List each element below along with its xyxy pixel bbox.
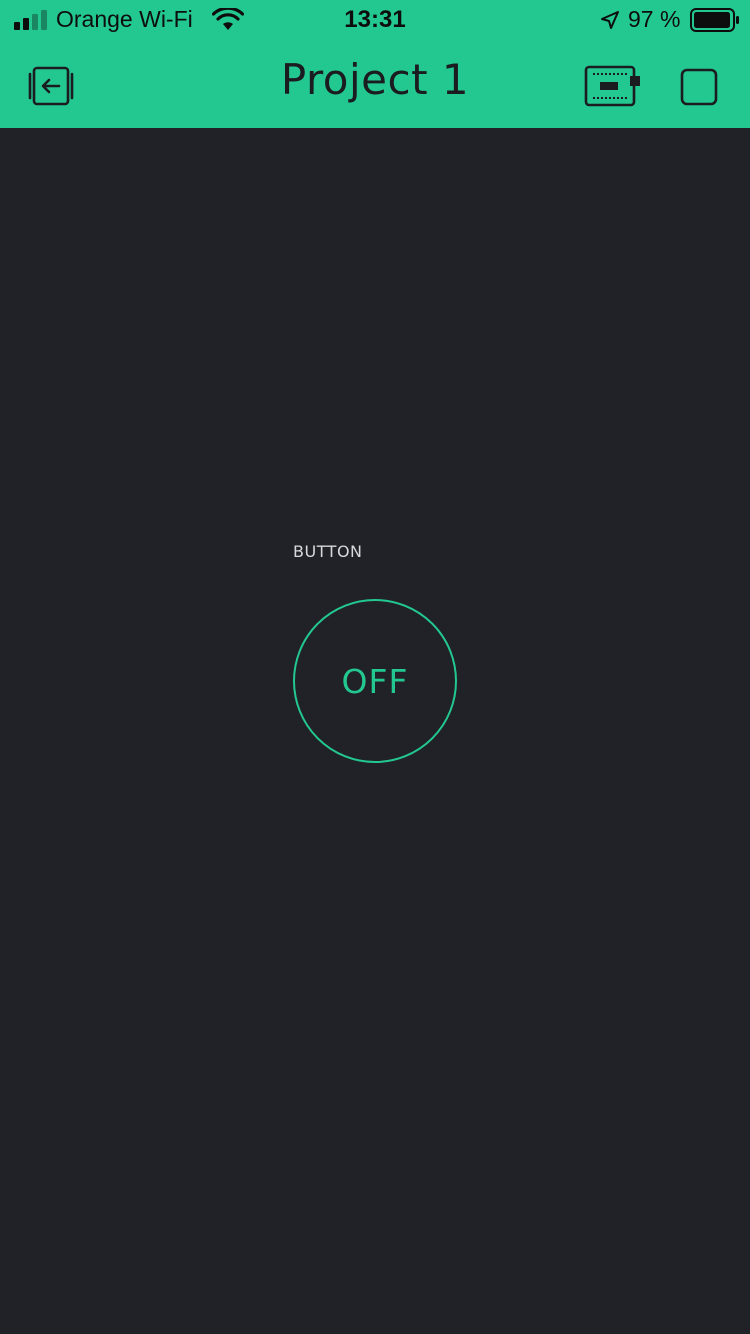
location-arrow-icon	[601, 11, 619, 29]
app-screen: Orange Wi-Fi 13:31 97 % Project 1 BUTTON…	[0, 0, 750, 1334]
status-bar: Orange Wi-Fi 13:31 97 %	[0, 0, 750, 40]
button-state-text: OFF	[341, 661, 409, 701]
device-board-icon	[584, 65, 640, 107]
battery-percent: 97 %	[628, 6, 681, 32]
battery-icon	[690, 8, 739, 32]
device-button[interactable]	[584, 64, 644, 108]
stop-button[interactable]	[680, 68, 718, 106]
top-bar: Orange Wi-Fi 13:31 97 % Project 1	[0, 0, 750, 128]
button-widget[interactable]: OFF	[293, 599, 457, 763]
button-widget-label: BUTTON	[293, 542, 363, 561]
stop-square-icon	[680, 68, 718, 106]
